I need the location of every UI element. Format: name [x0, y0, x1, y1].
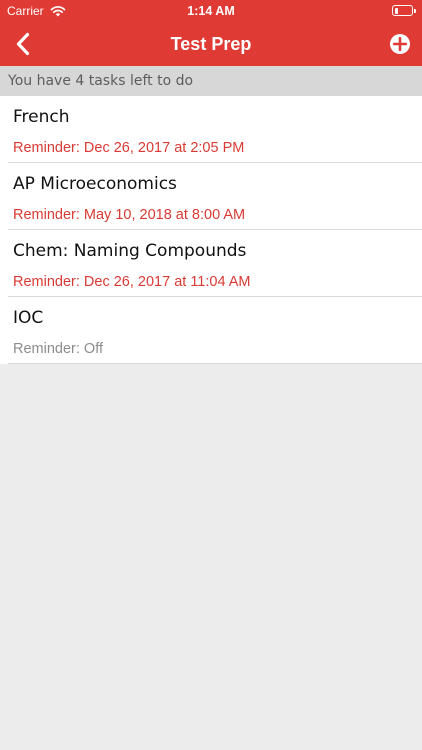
battery-icon	[392, 4, 416, 18]
battery-outline	[392, 5, 413, 16]
plus-circle-icon	[390, 34, 410, 54]
task-title: French	[13, 107, 70, 127]
task-row-french[interactable]: French Reminder: Dec 26, 2017 at 2:05 PM	[0, 96, 422, 163]
status-time: 1:14 AM	[187, 4, 235, 18]
task-reminder: Reminder: May 10, 2018 at 8:00 AM	[13, 207, 246, 223]
battery-tip	[414, 9, 416, 13]
back-button[interactable]	[6, 26, 40, 62]
status-bar: Carrier 1:14 AM	[0, 0, 422, 22]
task-row-ioc[interactable]: IOC Reminder: Off	[0, 297, 422, 364]
task-title: AP Microeconomics	[13, 174, 177, 194]
navigation-bar: Test Prep	[0, 22, 422, 66]
empty-content-area	[0, 364, 422, 750]
top-bar: Carrier 1:14 AM Test Prep	[0, 0, 422, 66]
task-reminder: Reminder: Off	[13, 341, 103, 357]
page-title: Test Prep	[170, 34, 252, 54]
tasks-summary: You have 4 tasks left to do	[0, 66, 422, 96]
task-reminder: Reminder: Dec 26, 2017 at 11:04 AM	[13, 274, 251, 290]
add-task-button[interactable]	[388, 32, 412, 56]
task-title: IOC	[13, 308, 44, 328]
task-row-ap-microeconomics[interactable]: AP Microeconomics Reminder: May 10, 2018…	[0, 163, 422, 230]
task-row-chem-naming-compounds[interactable]: Chem: Naming Compounds Reminder: Dec 26,…	[0, 230, 422, 297]
task-title: Chem: Naming Compounds	[13, 241, 247, 261]
task-list: French Reminder: Dec 26, 2017 at 2:05 PM…	[0, 96, 422, 364]
battery-level	[394, 7, 398, 14]
task-reminder: Reminder: Dec 26, 2017 at 2:05 PM	[13, 140, 245, 156]
chevron-left-icon	[16, 32, 30, 56]
